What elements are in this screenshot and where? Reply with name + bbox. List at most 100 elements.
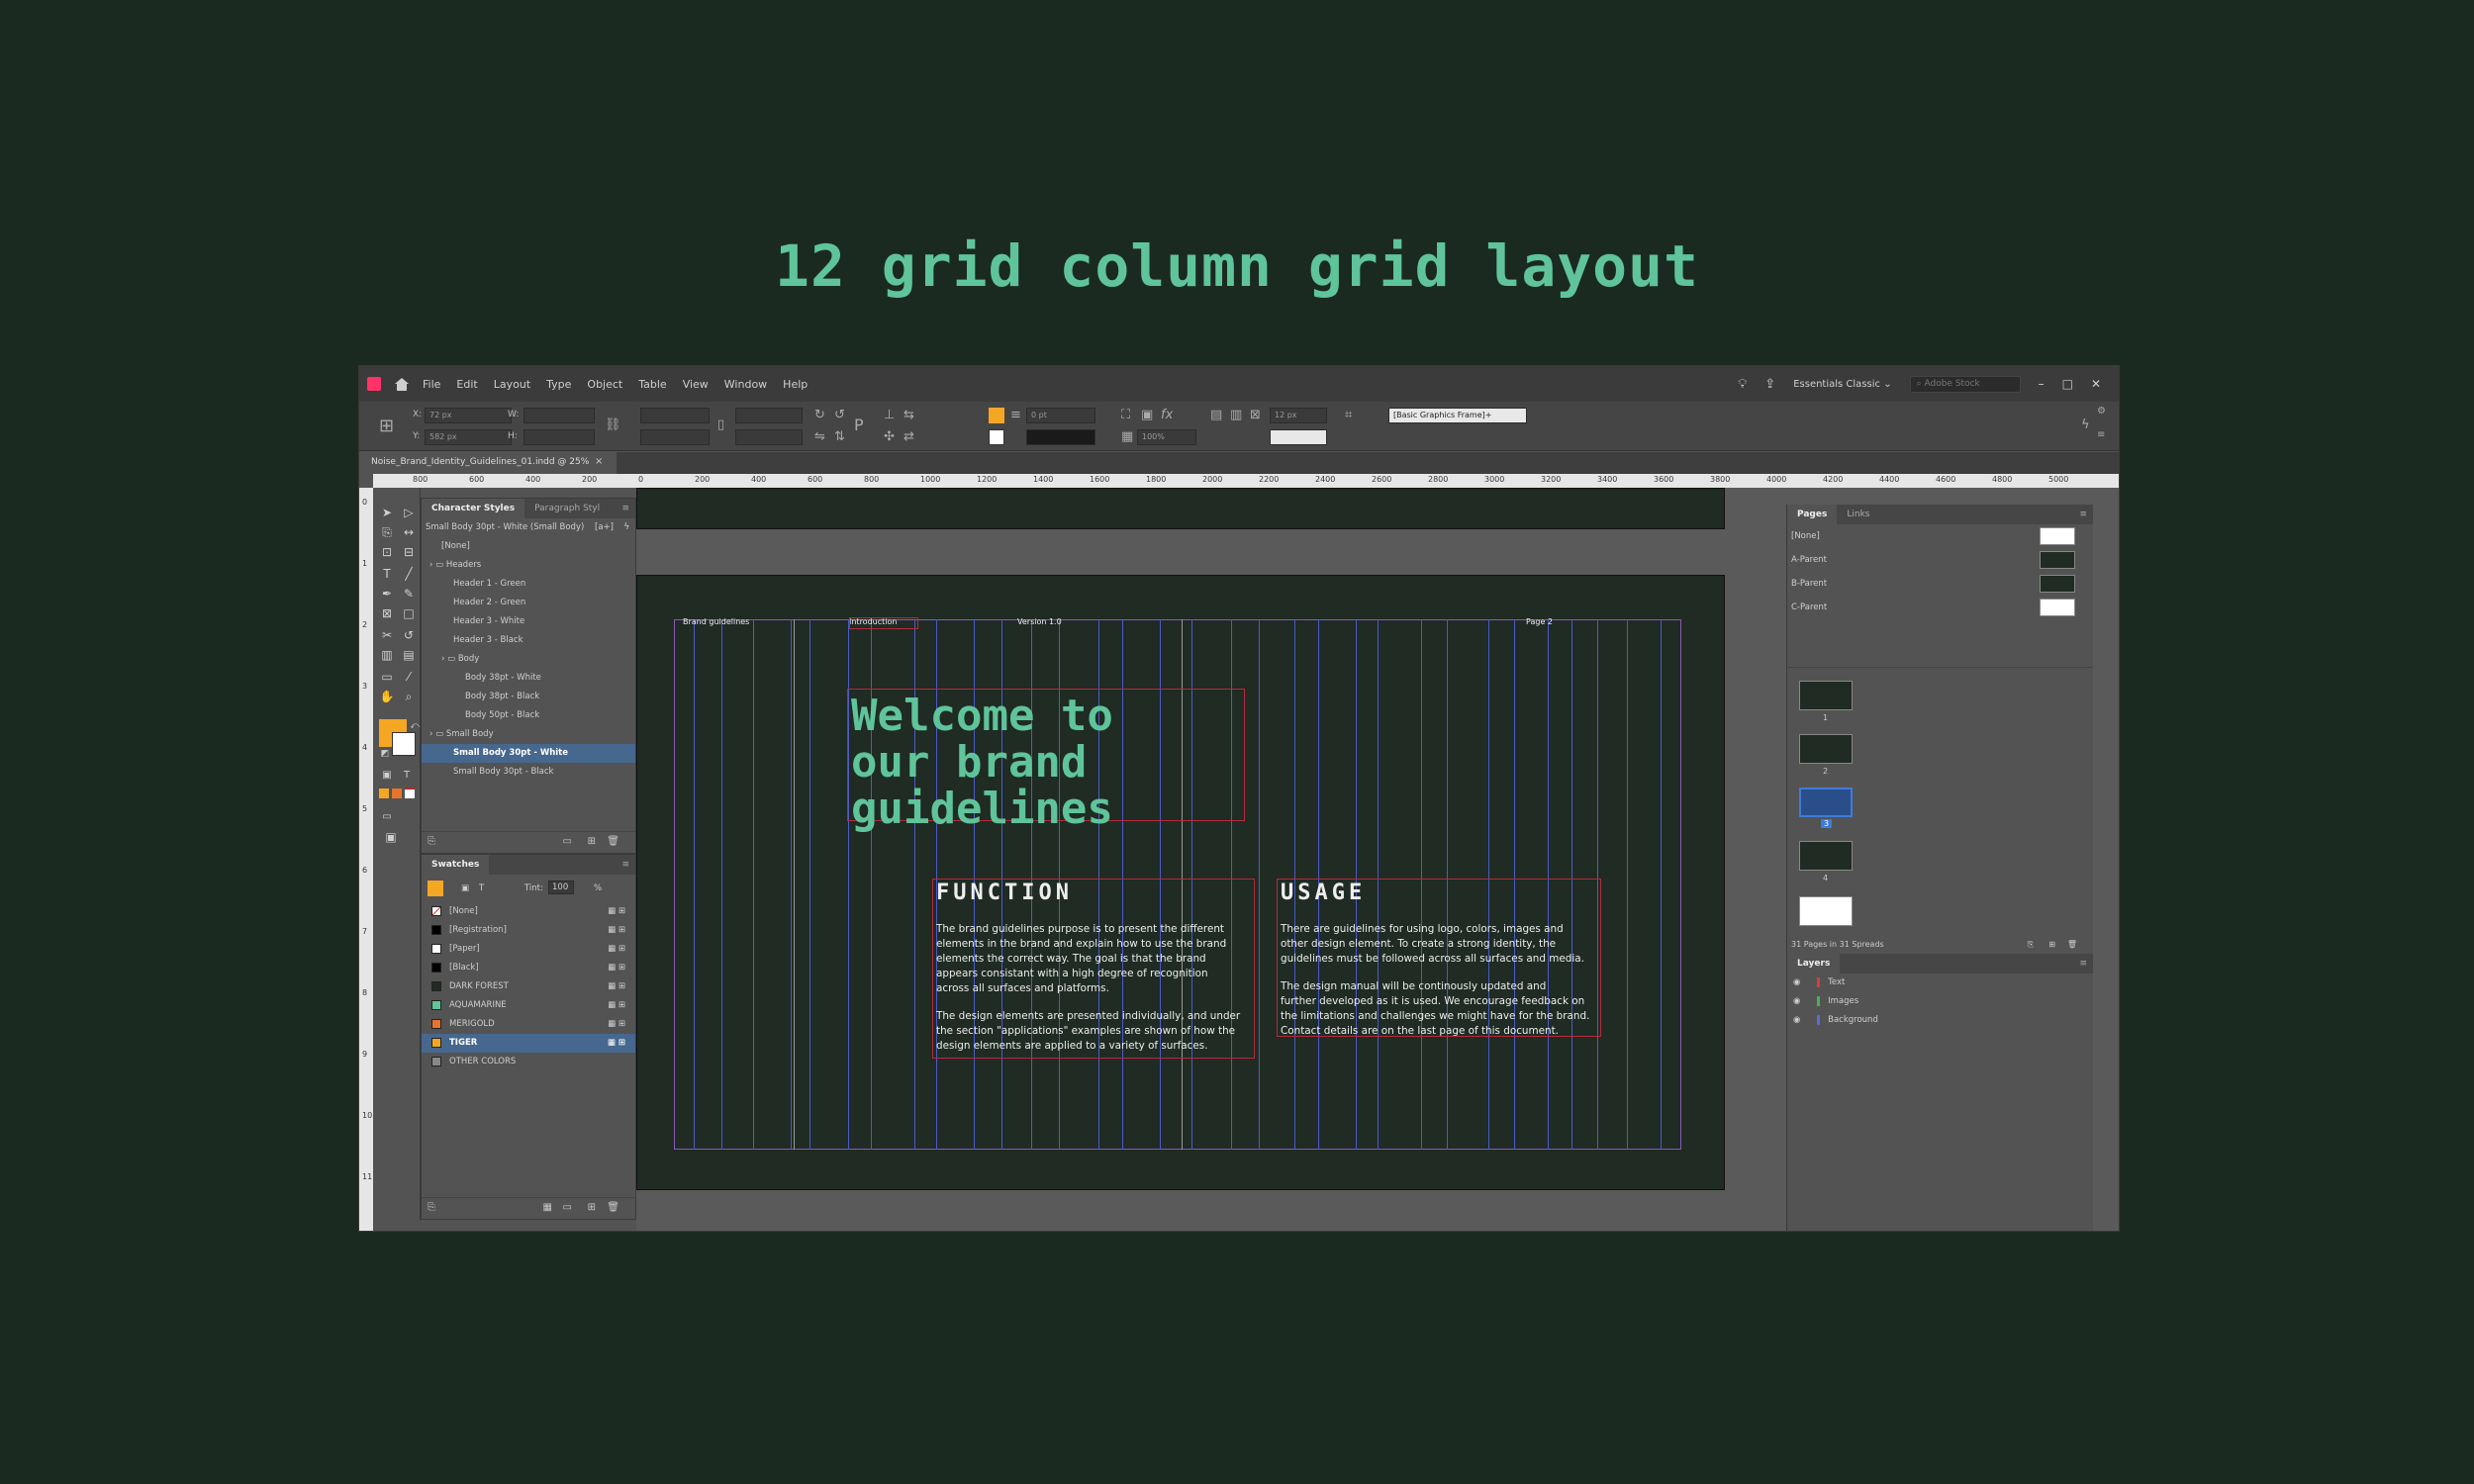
container-format-icon[interactable]: ▣ [461, 875, 469, 902]
swatch-item[interactable]: [Black] ▦ ⊞ [422, 959, 635, 977]
scissors-tool-icon[interactable]: ✂ [379, 628, 395, 642]
tint-field[interactable]: 100 [548, 881, 574, 894]
free-transform-tool-icon[interactable]: ↺ [401, 628, 417, 642]
new-swatch-icon[interactable]: ⊞ [588, 1202, 596, 1213]
tab-swatches[interactable]: Swatches [422, 855, 490, 875]
pages-menu-icon[interactable]: ≡ [2079, 510, 2087, 519]
tab-layers[interactable]: Layers [1787, 954, 1841, 974]
page-thumbnail-3[interactable] [1799, 788, 1853, 817]
constrain-link-icon[interactable]: ⛓ [605, 417, 621, 432]
flip-horizontal-icon[interactable]: ⇋ [814, 429, 825, 444]
lightbulb-icon[interactable]: 💡︎ [1738, 377, 1747, 392]
page-thumbnail-2[interactable] [1799, 734, 1853, 764]
spacing-field[interactable]: 12 px [1270, 408, 1327, 423]
stroke-swatch[interactable] [989, 429, 1004, 445]
swatch-fill-indicator[interactable] [428, 881, 443, 896]
swatch-item[interactable]: [Registration] ▦ ⊞ [422, 921, 635, 940]
page-thumbnail-1[interactable] [1799, 681, 1853, 710]
select-next-icon[interactable]: ⇄ [904, 429, 914, 444]
gap-tool-icon[interactable]: ↔ [401, 525, 417, 539]
x-field[interactable]: 72 px [425, 408, 512, 423]
character-style-item[interactable]: › ▭ Body [422, 650, 635, 669]
document-spread[interactable]: Brand guidelines Introduction Version 1.… [636, 575, 1725, 1190]
y-field[interactable]: 582 px [425, 429, 512, 445]
swatch-item[interactable]: DARK FOREST ▦ ⊞ [422, 977, 635, 996]
edit-page-size-icon[interactable]: ⎘ [2028, 940, 2034, 950]
character-style-item[interactable]: Small Body 30pt - Black [422, 763, 635, 782]
new-color-group-icon[interactable]: ▭ [563, 1202, 572, 1213]
workspace-select[interactable]: Essentials Classic ⌄ [1793, 379, 1891, 390]
character-style-item[interactable]: Header 1 - Green [422, 575, 635, 594]
rotate-cw-icon[interactable]: ↻ [814, 408, 825, 422]
label-version[interactable]: Version 1.0 [1017, 617, 1062, 626]
menu-layout[interactable]: Layout [494, 378, 530, 391]
character-style-item[interactable]: Body 38pt - Black [422, 688, 635, 706]
menu-file[interactable]: File [423, 378, 440, 391]
vertical-ruler[interactable]: 0 1 2 3 4 5 6 7 8 9 10 11 [359, 488, 373, 1231]
formatting-text-icon[interactable]: T [399, 769, 415, 783]
fit-frame-icon[interactable]: ⛶ [1121, 408, 1130, 422]
layer-item[interactable]: ◉ Text [1787, 974, 2093, 992]
maximize-button[interactable]: □ [2062, 377, 2073, 391]
default-colors-icon[interactable]: ◩ [377, 747, 393, 761]
rectangle-tool-icon[interactable]: □ [401, 606, 417, 620]
quick-apply-icon[interactable]: ϟ [2081, 417, 2090, 432]
character-style-item[interactable]: › ▭ Small Body [422, 725, 635, 744]
swatch-item[interactable]: OTHER COLORS [422, 1053, 635, 1071]
menu-help[interactable]: Help [783, 378, 808, 391]
zoom-tool-icon[interactable]: ⌕ [401, 690, 417, 703]
gradient-tool-icon[interactable]: ▥ [379, 648, 395, 662]
layer-item[interactable]: ◉ Background [1787, 1011, 2093, 1030]
character-style-item[interactable]: Header 3 - Black [422, 631, 635, 650]
hand-tool-icon[interactable]: ✋ [379, 690, 395, 703]
fill-swatch[interactable] [989, 408, 1004, 423]
swatch-item[interactable]: MERIGOLD ▦ ⊞ [422, 1015, 635, 1034]
text-on-path-icon[interactable]: P [854, 416, 864, 434]
apply-color-icon[interactable] [379, 788, 389, 798]
select-container-icon[interactable]: ⊥ [884, 408, 895, 422]
home-icon[interactable] [395, 377, 409, 391]
frame-preset-field[interactable] [1270, 429, 1327, 445]
eye-icon[interactable]: ◉ [1793, 977, 1803, 987]
eyedropper-tool-icon[interactable]: ⁄ [401, 670, 417, 684]
type-tool-icon[interactable]: T [379, 567, 395, 581]
object-style-select[interactable]: [Basic Graphics Frame]+ [1388, 408, 1527, 423]
swatches-menu-icon[interactable]: ≡ [621, 860, 629, 870]
h-field[interactable] [523, 429, 595, 445]
layers-menu-icon[interactable]: ≡ [2079, 959, 2087, 969]
swatch-item[interactable]: TIGER ▦ ⊞ [422, 1034, 635, 1053]
parent-page-thumbnail[interactable] [2040, 575, 2075, 593]
menu-edit[interactable]: Edit [456, 378, 477, 391]
character-style-item[interactable]: Small Body 30pt - White [422, 744, 635, 763]
line-tool-icon[interactable]: ╱ [401, 567, 417, 581]
selection-tool-icon[interactable]: ➤ [379, 506, 395, 519]
new-page-icon[interactable]: ⊞ [2048, 940, 2055, 949]
rectangle-frame-tool-icon[interactable]: ⊠ [379, 606, 395, 620]
minimize-button[interactable]: – [2039, 377, 2045, 391]
fit-content-icon[interactable]: ▣ [1141, 408, 1153, 422]
label-page-number[interactable]: Page 2 [1526, 617, 1553, 626]
select-content-icon[interactable]: ⇆ [904, 408, 914, 422]
folder-icon[interactable]: › ▭ [429, 560, 446, 570]
folder-icon[interactable]: › ▭ [441, 654, 458, 664]
stock-search-input[interactable]: ⌕ Adobe Stock [1909, 375, 2021, 393]
direct-selection-tool-icon[interactable]: ▷ [401, 506, 417, 519]
opacity-field[interactable]: 100% [1137, 429, 1196, 445]
apply-none-icon[interactable] [405, 788, 415, 798]
swatch-group-icon[interactable]: ▦ [543, 1202, 552, 1213]
delete-page-icon[interactable]: 🗑︎ [2067, 940, 2077, 949]
parent-page-thumbnail[interactable] [2040, 551, 2075, 569]
close-window-button[interactable]: ✕ [2091, 377, 2101, 391]
parent-page-item[interactable]: B-Parent [1787, 572, 2093, 596]
character-style-item[interactable]: Body 38pt - White [422, 669, 635, 688]
tab-pages[interactable]: Pages [1787, 505, 1838, 524]
note-tool-icon[interactable]: ▭ [379, 670, 395, 684]
content-collector-icon[interactable]: ⊡ [379, 545, 395, 559]
character-style-item[interactable]: [None] [422, 537, 635, 556]
reference-point-icon[interactable]: ⊞ [379, 416, 394, 436]
document-tab[interactable]: Noise_Brand_Identity_Guidelines_01.indd … [359, 452, 617, 474]
rotate-ccw-icon[interactable]: ↺ [834, 408, 845, 422]
character-style-item[interactable]: Header 2 - Green [422, 594, 635, 612]
scale-x-field[interactable] [640, 408, 710, 423]
swatch-item[interactable]: [None] ▦ ⊞ [422, 902, 635, 921]
